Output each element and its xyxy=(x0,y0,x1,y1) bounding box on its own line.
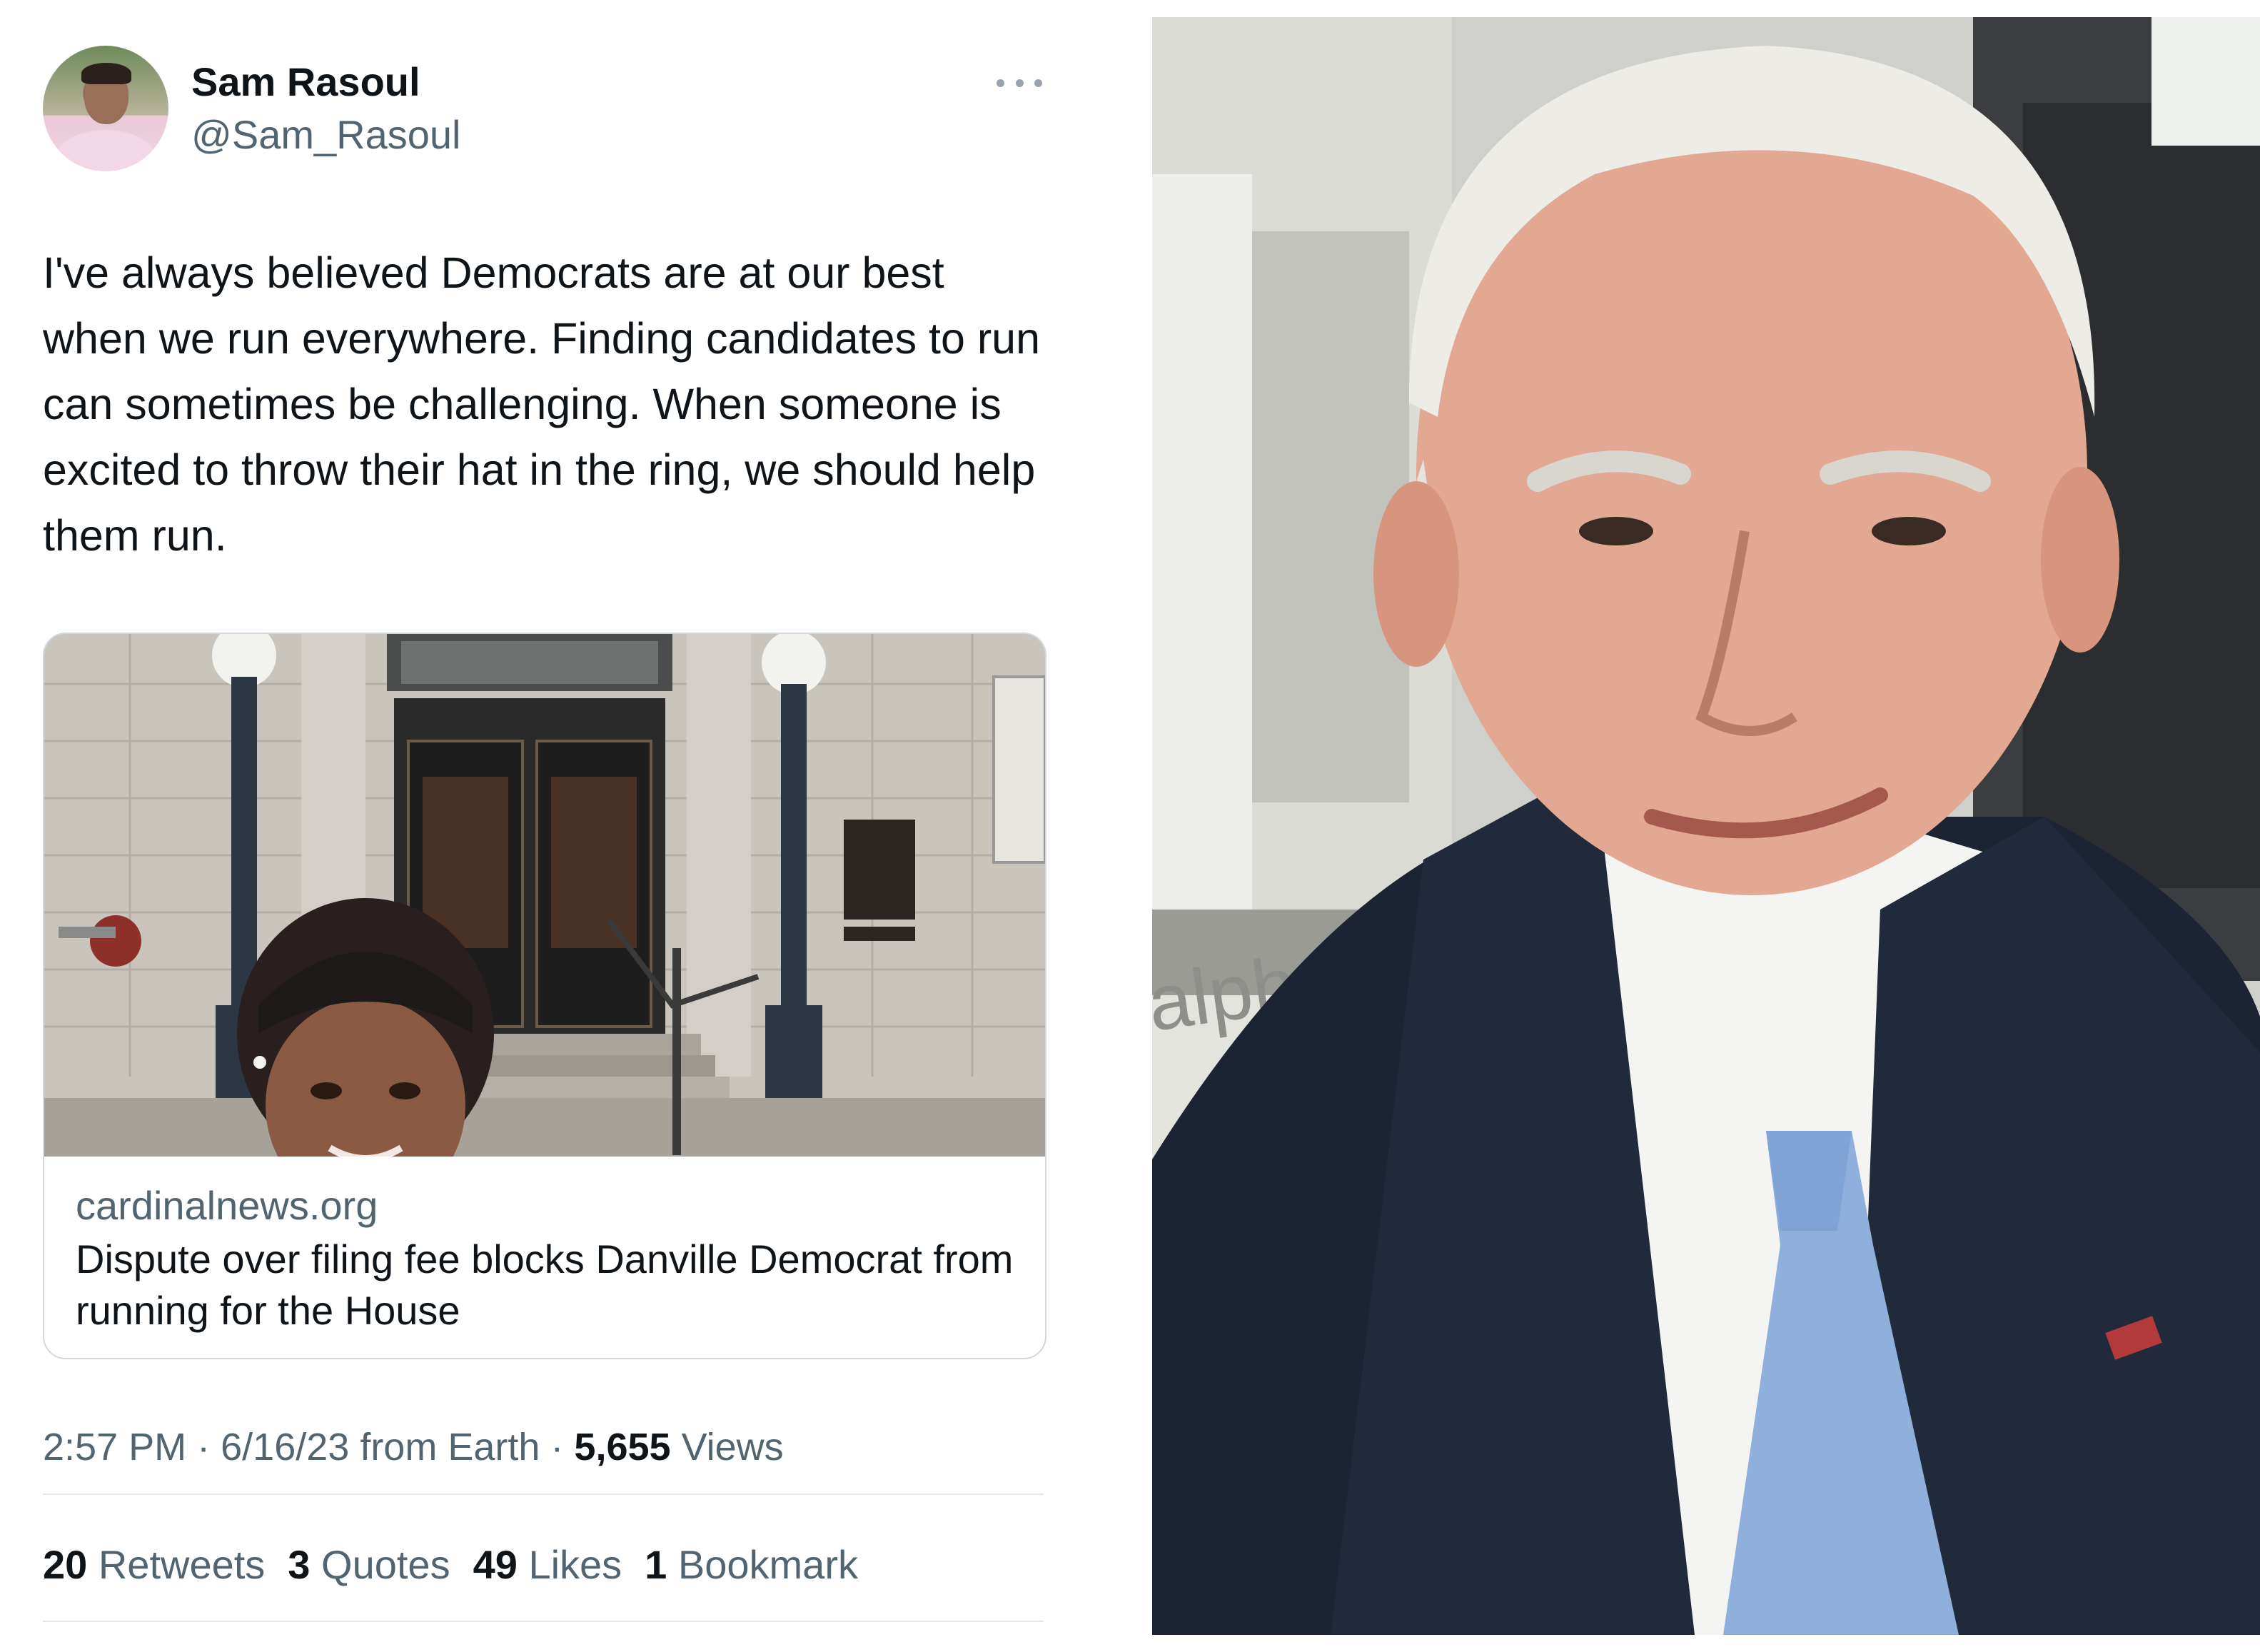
views-count: 5,655 xyxy=(574,1426,671,1469)
link-card-image[interactable] xyxy=(44,634,1045,1157)
author-handle[interactable]: @Sam_Rasoul xyxy=(191,110,460,160)
bookmarks-stat[interactable]: 1 Bookmark xyxy=(645,1539,858,1591)
more-horizontal-icon[interactable] xyxy=(997,61,1042,104)
more-dot xyxy=(1034,79,1042,87)
stats-divider-bottom xyxy=(43,1621,1044,1622)
quotes-stat[interactable]: 3 Quotes xyxy=(288,1539,450,1591)
tweet-date[interactable]: 6/16/23 xyxy=(221,1426,349,1469)
tweet-meta: 2:57 PM · 6/16/23 from Earth · 5,655 Vie… xyxy=(43,1422,784,1472)
meta-separator: · xyxy=(550,1426,564,1469)
tweet-time[interactable]: 2:57 PM xyxy=(43,1426,186,1469)
quotes-count: 3 xyxy=(288,1542,311,1587)
retweets-count: 20 xyxy=(43,1542,88,1587)
avatar-shirt xyxy=(56,130,156,171)
avatar-hair xyxy=(81,63,131,84)
tweet-stats: 20 Retweets 3 Quotes 49 Likes 1 Bookmark xyxy=(43,1539,858,1591)
likes-count: 49 xyxy=(473,1542,518,1587)
likes-label: Likes xyxy=(528,1542,622,1587)
link-card-domain[interactable]: cardinalnews.org xyxy=(76,1181,378,1231)
views-label: Views xyxy=(681,1426,784,1469)
author-name[interactable]: Sam Rasoul xyxy=(191,57,420,107)
portrait-photo: alph xyxy=(1152,17,2260,1635)
quotes-label: Quotes xyxy=(321,1542,450,1587)
author-avatar[interactable] xyxy=(43,46,168,171)
retweets-stat[interactable]: 20 Retweets xyxy=(43,1539,265,1591)
more-dot xyxy=(1015,79,1024,87)
meta-separator: · xyxy=(197,1426,211,1469)
link-card-title[interactable]: Dispute over filing fee blocks Danville … xyxy=(76,1234,1025,1336)
bookmarks-label: Bookmark xyxy=(677,1542,858,1587)
tweet-source: from Earth xyxy=(360,1426,540,1469)
link-card[interactable]: cardinalnews.org Dispute over filing fee… xyxy=(43,633,1046,1359)
tweet-panel: Sam Rasoul @Sam_Rasoul I've always belie… xyxy=(0,0,1142,1652)
likes-stat[interactable]: 49 Likes xyxy=(473,1539,622,1591)
retweets-label: Retweets xyxy=(98,1542,266,1587)
bookmarks-count: 1 xyxy=(645,1542,667,1587)
stats-divider-top xyxy=(43,1494,1044,1495)
tweet-text: I've always believed Democrats are at ou… xyxy=(43,248,1041,560)
more-dot xyxy=(997,79,1004,87)
